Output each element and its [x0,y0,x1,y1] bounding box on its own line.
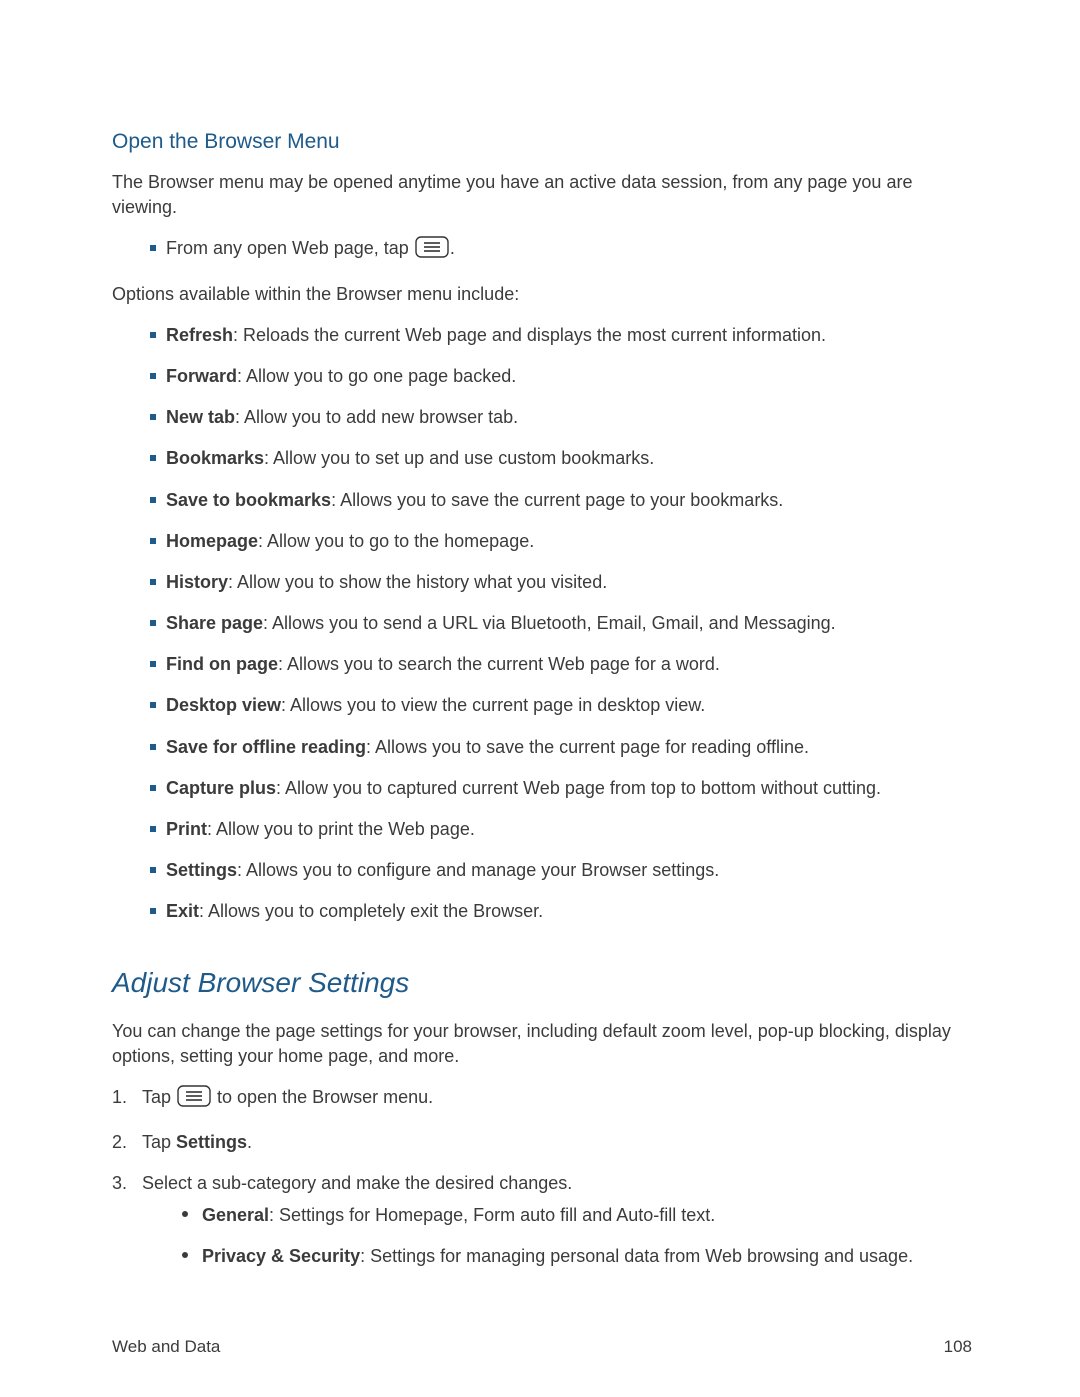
subcat-privacy-security: Privacy & Security: Settings for managin… [142,1244,972,1269]
option-exit: Exit: Allows you to completely exit the … [112,899,972,924]
page-footer: Web and Data 108 [112,1337,972,1357]
step-2-post: . [247,1132,252,1152]
subcat-general: General: Settings for Homepage, Form aut… [142,1203,972,1228]
step-1-pre: Tap [142,1087,176,1107]
subcat-label: Privacy & Security [202,1246,360,1266]
option-label: Desktop view [166,695,281,715]
option-save-offline: Save for offline reading: Allows you to … [112,735,972,760]
option-desc: : Allows you to configure and manage you… [237,860,719,880]
option-label: New tab [166,407,235,427]
options-available-text: Options available within the Browser men… [112,282,972,307]
option-print: Print: Allow you to print the Web page. [112,817,972,842]
option-label: Bookmarks [166,448,264,468]
option-desc: : Allow you to go to the homepage. [258,531,534,551]
option-desc: : Allows you to completely exit the Brow… [199,901,543,921]
option-desc: : Allow you to go one page backed. [237,366,516,386]
step-2-bold: Settings [176,1132,247,1152]
option-homepage: Homepage: Allow you to go to the homepag… [112,529,972,554]
option-label: Capture plus [166,778,276,798]
menu-icon [415,236,449,265]
option-settings: Settings: Allows you to configure and ma… [112,858,972,883]
option-new-tab: New tab: Allow you to add new browser ta… [112,405,972,430]
document-page: Open the Browser Menu The Browser menu m… [0,0,1080,1397]
option-desc: : Allows you to send a URL via Bluetooth… [263,613,836,633]
option-label: Print [166,819,207,839]
step-2-pre: Tap [142,1132,176,1152]
option-label: Homepage [166,531,258,551]
tap-step-post: . [450,238,455,258]
option-desktop-view: Desktop view: Allows you to view the cur… [112,693,972,718]
option-desc: : Allows you to view the current page in… [281,695,705,715]
option-desc: : Allow you to add new browser tab. [235,407,518,427]
step-3: Select a sub-category and make the desir… [112,1171,972,1269]
option-desc: : Allow you to captured current Web page… [276,778,881,798]
option-label: Exit [166,901,199,921]
option-desc: : Allow you to set up and use custom boo… [264,448,654,468]
option-find-on-page: Find on page: Allows you to search the c… [112,652,972,677]
option-desc: : Allow you to print the Web page. [207,819,475,839]
subcat-label: General [202,1205,269,1225]
option-label: Save for offline reading [166,737,366,757]
browser-options-list: Refresh: Reloads the current Web page an… [112,323,972,925]
step-2: Tap Settings. [112,1130,972,1155]
option-bookmarks: Bookmarks: Allow you to set up and use c… [112,446,972,471]
option-refresh: Refresh: Reloads the current Web page an… [112,323,972,348]
option-desc: : Allows you to search the current Web p… [278,654,720,674]
step-1-post: to open the Browser menu. [212,1087,433,1107]
tap-step-pre: From any open Web page, tap [166,238,414,258]
option-label: Save to bookmarks [166,490,331,510]
subcategory-list: General: Settings for Homepage, Form aut… [142,1203,972,1269]
footer-page-number: 108 [944,1337,972,1357]
tap-step-list: From any open Web page, tap . [112,236,972,265]
option-share-page: Share page: Allows you to send a URL via… [112,611,972,636]
intro-paragraph-1: The Browser menu may be opened anytime y… [112,170,972,220]
option-history: History: Allow you to show the history w… [112,570,972,595]
menu-icon [177,1085,211,1114]
heading-adjust-browser-settings: Adjust Browser Settings [112,967,972,999]
option-label: Settings [166,860,237,880]
subcat-desc: : Settings for Homepage, Form auto fill … [269,1205,715,1225]
option-label: Share page [166,613,263,633]
tap-step-item: From any open Web page, tap . [112,236,972,265]
subcat-desc: : Settings for managing personal data fr… [360,1246,913,1266]
option-label: History [166,572,228,592]
option-label: Refresh [166,325,233,345]
option-save-to-bookmarks: Save to bookmarks: Allows you to save th… [112,488,972,513]
option-desc: : Allows you to save the current page fo… [366,737,809,757]
option-label: Find on page [166,654,278,674]
settings-steps-list: Tap to open the Browser menu. Tap Settin… [112,1085,972,1269]
option-desc: : Reloads the current Web page and displ… [233,325,826,345]
option-label: Forward [166,366,237,386]
footer-section-title: Web and Data [112,1337,220,1357]
option-desc: : Allow you to show the history what you… [228,572,607,592]
option-desc: : Allows you to save the current page to… [331,490,783,510]
intro-paragraph-2: You can change the page settings for you… [112,1019,972,1069]
option-capture-plus: Capture plus: Allow you to captured curr… [112,776,972,801]
step-1: Tap to open the Browser menu. [112,1085,972,1114]
option-forward: Forward: Allow you to go one page backed… [112,364,972,389]
heading-open-browser-menu: Open the Browser Menu [112,130,972,154]
step-3-text: Select a sub-category and make the desir… [142,1173,572,1193]
